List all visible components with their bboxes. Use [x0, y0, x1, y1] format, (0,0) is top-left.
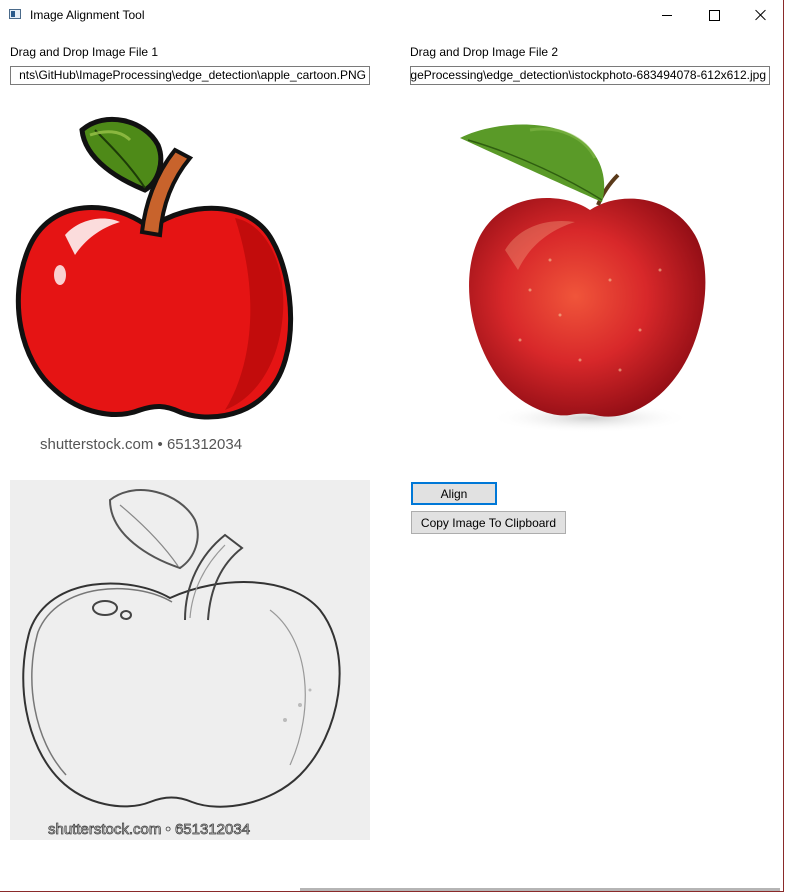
minimize-icon — [662, 14, 672, 16]
copy-to-clipboard-button[interactable]: Copy Image To Clipboard — [411, 511, 566, 534]
window-title: Image Alignment Tool — [30, 8, 145, 22]
file1-path-text: nts\GitHub\ImageProcessing\edge_detectio… — [19, 68, 366, 82]
file2-path-text: geProcessing\edge_detection\istockphoto-… — [410, 68, 766, 82]
file2-path-field[interactable]: geProcessing\edge_detection\istockphoto-… — [410, 66, 770, 85]
maximize-icon — [708, 9, 720, 21]
bottom-edge — [0, 886, 785, 893]
result-image-area[interactable]: shutterstock.com • 651312034 — [10, 480, 370, 840]
file1-path-field[interactable]: nts\GitHub\ImageProcessing\edge_detectio… — [10, 66, 370, 85]
minimize-button[interactable] — [644, 0, 690, 30]
edge-detection-image: shutterstock.com • 651312034 — [10, 480, 370, 840]
image1-drop-area[interactable]: shutterstock.com • 651312034 — [10, 100, 370, 460]
cartoon-apple-image: shutterstock.com • 651312034 — [10, 100, 370, 460]
app-icon — [9, 9, 21, 19]
close-button[interactable] — [738, 0, 784, 30]
close-icon — [755, 9, 767, 21]
file2-label: Drag and Drop Image File 2 — [410, 45, 559, 59]
file1-label: Drag and Drop Image File 1 — [10, 45, 159, 59]
align-button[interactable]: Align — [411, 482, 497, 505]
bottom-edge-strip — [300, 888, 780, 891]
image3-watermark: shutterstock.com • 651312034 — [48, 821, 250, 838]
photo-apple-image — [410, 100, 770, 460]
image2-drop-area[interactable] — [410, 100, 770, 460]
app-window: Image Alignment Tool Drag and Drop Image… — [0, 0, 784, 892]
maximize-button[interactable] — [691, 0, 737, 30]
title-bar[interactable]: Image Alignment Tool — [0, 0, 783, 30]
image1-watermark: shutterstock.com • 651312034 — [40, 436, 242, 453]
